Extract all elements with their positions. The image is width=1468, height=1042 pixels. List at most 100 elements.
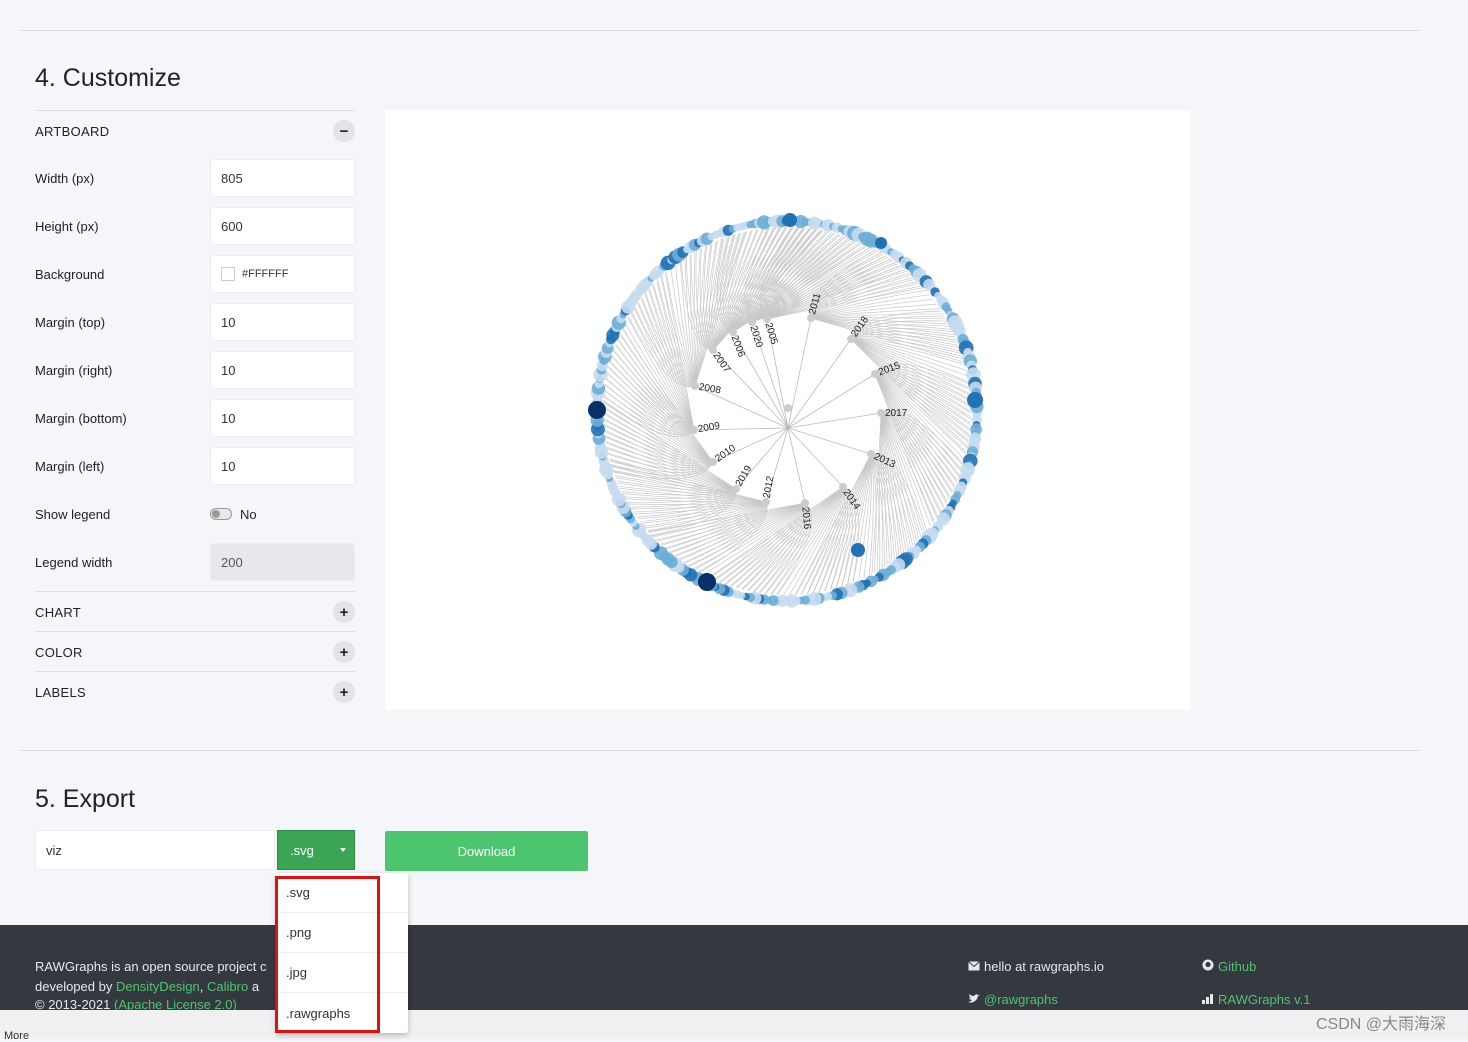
expand-icon[interactable]: + (333, 641, 355, 663)
margin-bottom-input[interactable]: 10 (210, 399, 355, 437)
calibro-link[interactable]: Calibro (207, 979, 248, 994)
format-option-rawgraphs[interactable]: .rawgraphs (276, 993, 408, 1033)
show-legend-label: Show legend (35, 506, 111, 522)
leaf-node (698, 573, 716, 591)
chart-spoke (787, 427, 806, 504)
download-button[interactable]: Download (385, 831, 588, 871)
chart-link (807, 453, 872, 595)
format-select-button[interactable]: .svg (277, 830, 355, 870)
email-text: hello at rawgraphs.io (984, 959, 1104, 974)
chart-group-header[interactable]: CHART + (35, 591, 355, 632)
leaf-node (967, 392, 983, 408)
margin-top-label: Margin (top) (35, 314, 106, 330)
margin-right-input[interactable]: 10 (210, 351, 355, 389)
footer: RAWGraphs is an open source project c de… (0, 925, 1468, 1012)
year-label: 2012 (762, 475, 777, 499)
export-title: 5. Export (35, 785, 136, 813)
footer-twitter[interactable]: @rawgraphs (968, 992, 1058, 1007)
width-row: Width (px) 805 (35, 158, 355, 198)
year-label: 2006 (729, 334, 747, 359)
margin-left-label: Margin (left) (35, 458, 105, 474)
background-row: Background #FFFFFF (35, 254, 355, 294)
margin-left-row: Margin (left) 10 (35, 446, 355, 486)
height-input[interactable]: 600 (210, 207, 355, 245)
margin-bottom-label: Margin (bottom) (35, 410, 127, 426)
color-heading: COLOR (35, 644, 83, 660)
show-legend-toggle[interactable]: No (210, 507, 257, 522)
year-label: 2020 (747, 324, 764, 349)
format-dropdown: .svg .png .jpg .rawgraphs (276, 873, 408, 1033)
more-link[interactable]: More (4, 1030, 29, 1042)
footer-version[interactable]: RAWGraphs v.1 (1202, 992, 1310, 1007)
format-option-svg[interactable]: .svg (276, 873, 408, 913)
artboard-heading: ARTBOARD (35, 123, 110, 139)
chart-heading: CHART (35, 604, 82, 620)
color-swatch[interactable] (221, 267, 235, 281)
toggle-track[interactable] (210, 508, 232, 520)
chart-link (694, 243, 712, 387)
labels-group-header[interactable]: LABELS + (35, 671, 355, 712)
year-label: 2019 (734, 463, 755, 488)
expand-icon[interactable]: + (333, 681, 355, 703)
format-option-jpg[interactable]: .jpg (276, 953, 408, 993)
legend-width-label: Legend width (35, 554, 113, 570)
year-label: 2017 (885, 408, 908, 419)
background-color-value: #FFFFFF (242, 268, 289, 280)
year-label: 2007 (710, 350, 732, 375)
footer-developed-suffix: a (248, 979, 260, 994)
version-link[interactable]: RAWGraphs v.1 (1218, 992, 1310, 1007)
background-label: Background (35, 266, 105, 282)
margin-right-row: Margin (right) 10 (35, 350, 355, 390)
width-input[interactable]: 805 (210, 159, 355, 197)
show-legend-row: Show legend No (35, 494, 355, 534)
background-color-input[interactable]: #FFFFFF (210, 255, 355, 293)
hierarchical-edge-bundling-chart: 2005202020062007201120182015201720132014… (588, 213, 984, 608)
footer-github[interactable]: Github (1202, 959, 1256, 974)
show-legend-value: No (240, 506, 257, 522)
twitter-link[interactable]: @rawgraphs (984, 992, 1058, 1007)
format-option-png[interactable]: .png (276, 913, 408, 953)
margin-right-label: Margin (right) (35, 362, 113, 378)
chart-artboard: 2005 2020 2006 2007 2011 2018 2015 2017 2013 2014… (385, 110, 1190, 710)
format-selected: .svg (290, 842, 314, 858)
watermark: CSDN @大雨海深 (1316, 1016, 1447, 1033)
collapse-icon[interactable]: − (333, 120, 355, 142)
footer-email[interactable]: hello at rawgraphs.io (968, 959, 1104, 974)
top-divider (20, 30, 1420, 31)
twitter-icon (968, 992, 980, 1007)
export-divider (20, 750, 1420, 751)
root-node (784, 404, 792, 412)
github-link[interactable]: Github (1218, 959, 1256, 974)
footer-about: RAWGraphs is an open source project c (35, 959, 267, 974)
densitydesign-link[interactable]: DensityDesign (116, 979, 200, 994)
leaf-node (875, 237, 887, 249)
leaf-node (783, 213, 797, 227)
footer-comma: , (199, 979, 208, 994)
bottom-strip (0, 1010, 1468, 1039)
bar-chart-icon (1202, 992, 1214, 1007)
margin-left-input[interactable]: 10 (210, 447, 355, 485)
chart-link (693, 251, 696, 387)
chart-link (850, 338, 969, 441)
year-node (877, 409, 885, 417)
year-label: 2005 (762, 321, 779, 346)
labels-heading: LABELS (35, 684, 86, 700)
height-row: Height (px) 600 (35, 206, 355, 246)
margin-top-row: Margin (top) 10 (35, 302, 355, 342)
color-group-header[interactable]: COLOR + (35, 631, 355, 672)
margin-top-input[interactable]: 10 (210, 303, 355, 341)
github-icon (1202, 959, 1214, 974)
chart-spoke (787, 412, 882, 429)
leaf-node (588, 401, 606, 419)
legend-width-row: Legend width 200 (35, 542, 355, 582)
expand-icon[interactable]: + (333, 601, 355, 623)
year-label: 2008 (698, 382, 722, 397)
envelope-icon (968, 959, 980, 974)
footer-developed: developed by DensityDesign, Calibro a (35, 979, 259, 994)
year-label: 2009 (697, 420, 721, 435)
filename-input[interactable]: viz (35, 830, 275, 870)
width-label: Width (px) (35, 170, 95, 186)
year-label: 2016 (799, 507, 812, 531)
footer-developed-prefix: developed by (35, 979, 116, 994)
artboard-group-header[interactable]: ARTBOARD − (35, 110, 355, 151)
